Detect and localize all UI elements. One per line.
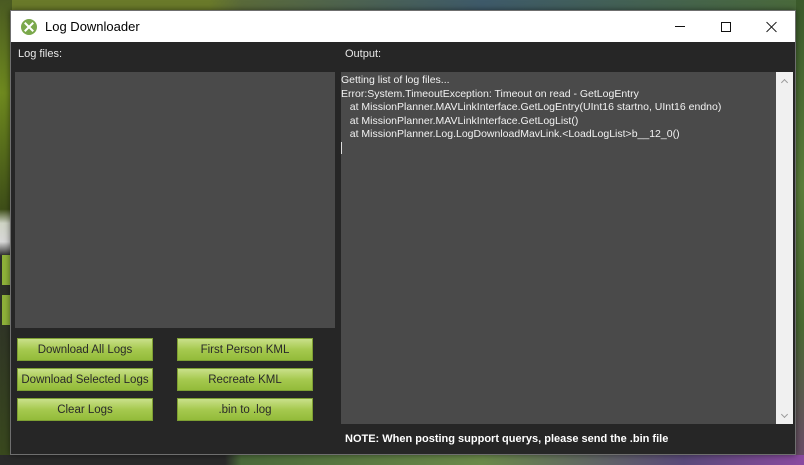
- support-note: NOTE: When posting support querys, pleas…: [345, 433, 669, 445]
- close-icon: [766, 21, 778, 33]
- text-caret: [341, 141, 773, 156]
- output-text[interactable]: Getting list of log files... Error:System…: [341, 72, 773, 424]
- download-all-logs-button[interactable]: Download All Logs: [17, 338, 153, 361]
- background-app-fragment: [2, 295, 10, 325]
- close-button[interactable]: [749, 11, 795, 42]
- first-person-kml-button[interactable]: First Person KML: [177, 338, 313, 361]
- output-line: at MissionPlanner.Log.LogDownloadMavLink…: [341, 128, 680, 141]
- output-scrollbar[interactable]: [776, 72, 793, 424]
- log-files-label: Log files:: [18, 48, 63, 60]
- minimize-button[interactable]: [657, 11, 703, 42]
- maximize-button[interactable]: [703, 11, 749, 42]
- chevron-down-icon: [780, 410, 789, 418]
- log-downloader-window: Log Downloader Log files: Output: Gettin…: [10, 10, 796, 455]
- clear-logs-button[interactable]: Clear Logs: [17, 398, 153, 421]
- recreate-kml-button[interactable]: Recreate KML: [177, 368, 313, 391]
- window-controls: [657, 11, 795, 42]
- desktop-background-right: [796, 0, 804, 465]
- download-selected-logs-button[interactable]: Download Selected Logs: [17, 368, 153, 391]
- output-textbox[interactable]: Getting list of log files... Error:System…: [341, 72, 793, 424]
- output-line: at MissionPlanner.MAVLinkInterface.GetLo…: [341, 101, 722, 114]
- log-files-list[interactable]: [15, 72, 335, 328]
- window-title: Log Downloader: [45, 19, 140, 34]
- output-line: Error:System.TimeoutException: Timeout o…: [341, 87, 639, 100]
- title-bar[interactable]: Log Downloader: [11, 11, 795, 42]
- maximize-icon: [721, 21, 731, 32]
- scroll-up-button[interactable]: [776, 72, 793, 89]
- minimize-icon: [675, 26, 685, 27]
- output-line: at MissionPlanner.MAVLinkInterface.GetLo…: [341, 114, 579, 127]
- mission-planner-icon: [21, 18, 37, 35]
- bin-to-log-button[interactable]: .bin to .log: [177, 398, 313, 421]
- chevron-up-icon: [780, 78, 789, 86]
- output-line: Getting list of log files...: [341, 74, 450, 86]
- background-app-fragment: [2, 255, 10, 285]
- scroll-down-button[interactable]: [776, 407, 793, 424]
- desktop-background-top: [0, 0, 804, 10]
- desktop-background-bottom: [0, 455, 804, 465]
- output-label: Output:: [345, 48, 382, 60]
